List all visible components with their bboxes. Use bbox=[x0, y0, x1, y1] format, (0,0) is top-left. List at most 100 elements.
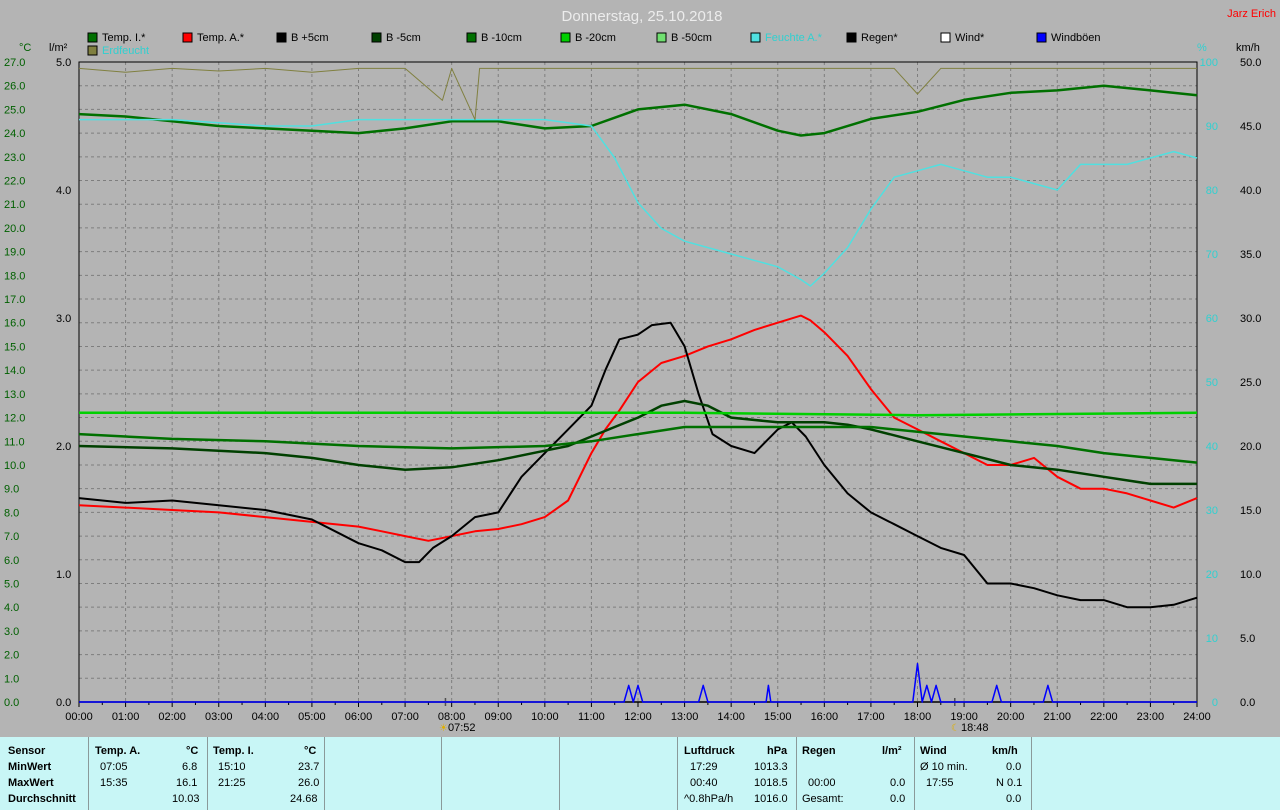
temp-tick-label: 6.0 bbox=[4, 555, 19, 567]
row-max-label: MaxWert bbox=[8, 777, 54, 789]
temp-tick-label: 25.0 bbox=[4, 104, 25, 116]
temp-tick-label: 23.0 bbox=[4, 152, 25, 164]
weather-chart: 00:00 01:00 02:00 03:00 04:00 05:00 06:00 07:00… bbox=[4, 8, 1276, 734]
x-tick-label: 00:00 bbox=[65, 711, 93, 723]
max-wind-time: 17:55 bbox=[926, 777, 954, 789]
header-sensor: Sensor bbox=[8, 745, 46, 757]
x-tick-label: 16:00 bbox=[811, 711, 839, 723]
temp-tick-label: 22.0 bbox=[4, 176, 25, 188]
temp-tick-label: 13.0 bbox=[4, 389, 25, 401]
x-tick-label: 09:00 bbox=[484, 711, 512, 723]
wind-tick-label: 45.0 bbox=[1240, 121, 1261, 133]
header-rain: Regen bbox=[802, 745, 836, 757]
legend-label: Temp. I.* bbox=[102, 32, 146, 44]
header-pressure: Luftdruck bbox=[684, 745, 735, 757]
temp-tick-label: 17.0 bbox=[4, 294, 25, 306]
min-temp-i-time: 15:10 bbox=[218, 761, 246, 773]
rain-tick-label: 1.0 bbox=[56, 569, 71, 581]
x-tick-label: 14:00 bbox=[717, 711, 745, 723]
temp-tick-label: 3.0 bbox=[4, 626, 19, 638]
header-temp-i-unit: °C bbox=[304, 745, 317, 757]
humidity-tick-label: 10 bbox=[1206, 633, 1218, 645]
temp-tick-label: 16.0 bbox=[4, 318, 25, 330]
legend-swatch bbox=[87, 32, 98, 43]
wind-tick-label: 15.0 bbox=[1240, 505, 1261, 517]
x-tick-label: 13:00 bbox=[671, 711, 699, 723]
x-tick-label: 02:00 bbox=[158, 711, 186, 723]
legend-swatch bbox=[87, 45, 98, 56]
max-temp-i-time: 21:25 bbox=[218, 777, 246, 789]
avg-temp-a-value: 10.03 bbox=[172, 793, 200, 805]
temp-tick-label: 2.0 bbox=[4, 650, 19, 662]
x-tick-label: 20:00 bbox=[997, 711, 1025, 723]
legend-swatch bbox=[656, 32, 667, 43]
wind-tick-label: 30.0 bbox=[1240, 313, 1261, 325]
header-temp-a: Temp. A. bbox=[95, 745, 141, 757]
min-temp-a-time: 07:05 bbox=[100, 761, 128, 773]
humidity-tick-label: 90 bbox=[1206, 121, 1218, 133]
legend-label: Feuchte A.* bbox=[765, 32, 823, 44]
sunset-marker: ☾ 18:48 bbox=[951, 722, 989, 734]
legend-swatch bbox=[276, 32, 287, 43]
temp-tick-label: 11.0 bbox=[4, 436, 25, 448]
temp-tick-label: 5.0 bbox=[4, 578, 19, 590]
temp-tick-label: 1.0 bbox=[4, 673, 19, 685]
header-wind: Wind bbox=[920, 745, 947, 757]
rain-tick-label: 4.0 bbox=[56, 185, 71, 197]
x-tick-label: 04:00 bbox=[252, 711, 280, 723]
max-wind-value: N 0.1 bbox=[996, 777, 1023, 789]
temp-tick-label: 21.0 bbox=[4, 199, 25, 211]
legend-label: B +5cm bbox=[291, 32, 329, 44]
chart-title: Donnerstag, 25.10.2018 bbox=[562, 8, 723, 25]
series-line bbox=[79, 411, 1198, 417]
rain-tick-label: 3.0 bbox=[56, 313, 71, 325]
temp-tick-label: 27.0 bbox=[4, 57, 25, 69]
temp-tick-label: 7.0 bbox=[4, 531, 19, 543]
legend-label: B -20cm bbox=[575, 32, 616, 44]
wind-tick-label: 0.0 bbox=[1240, 697, 1255, 709]
humidity-tick-label: 50 bbox=[1206, 377, 1218, 389]
max-pressure-time: 00:40 bbox=[690, 777, 718, 789]
wind-tick-label: 20.0 bbox=[1240, 441, 1261, 453]
min-wind-value: 0.0 bbox=[1006, 761, 1022, 773]
legend-label: Wind* bbox=[955, 32, 985, 44]
rain-tick-label: 0.0 bbox=[56, 697, 71, 709]
legend-swatch bbox=[466, 32, 477, 43]
header-temp-i: Temp. I. bbox=[213, 745, 254, 757]
temp-tick-label: 0.0 bbox=[4, 697, 19, 709]
humidity-tick-label: 60 bbox=[1206, 313, 1218, 325]
sunrise-label: 07:52 bbox=[448, 722, 476, 734]
max-temp-a-value: 16.1 bbox=[176, 777, 198, 789]
rain-total-value: 0.0 bbox=[890, 793, 906, 805]
wind-tick-label: 25.0 bbox=[1240, 377, 1261, 389]
header-rain-unit: l/m² bbox=[882, 745, 902, 757]
x-tick-label: 21:00 bbox=[1043, 711, 1071, 723]
temp-tick-label: 19.0 bbox=[4, 247, 25, 259]
min-temp-a-value: 6.8 bbox=[182, 761, 198, 773]
rain-tick-label: 5.0 bbox=[56, 57, 71, 69]
sun-icon: ☀ bbox=[439, 723, 448, 734]
header-pressure-unit: hPa bbox=[767, 745, 788, 757]
x-tick-label: 11:00 bbox=[578, 711, 605, 723]
legend-label: Windböen bbox=[1051, 32, 1101, 44]
min-pressure-value: 1013.3 bbox=[754, 761, 788, 773]
moon-icon: ☾ bbox=[951, 723, 960, 734]
rain-total-label: Gesamt: bbox=[802, 793, 844, 805]
author-label: Jarz Erich bbox=[1227, 8, 1276, 20]
temp-tick-label: 18.0 bbox=[4, 270, 25, 282]
temp-tick-label: 12.0 bbox=[4, 413, 25, 425]
wind-tick-label: 50.0 bbox=[1240, 57, 1261, 69]
legend-label: B -5cm bbox=[386, 32, 421, 44]
x-tick-label: 12:00 bbox=[624, 711, 652, 723]
row-min-label: MinWert bbox=[8, 761, 52, 773]
legend-swatch bbox=[846, 32, 857, 43]
temp-tick-label: 14.0 bbox=[4, 365, 25, 377]
humidity-tick-label: 20 bbox=[1206, 569, 1218, 581]
statistics-table: Sensor Temp. A. °C Temp. I. °C Luftdruck… bbox=[0, 737, 1280, 810]
humidity-tick-label: 0 bbox=[1212, 697, 1218, 709]
wind-tick-label: 40.0 bbox=[1240, 185, 1261, 197]
humidity-tick-label: 40 bbox=[1206, 441, 1218, 453]
sunrise-marker: ☀ 07:52 bbox=[439, 722, 476, 734]
humidity-tick-label: 100 bbox=[1200, 57, 1218, 69]
min-temp-i-value: 23.7 bbox=[298, 761, 320, 773]
